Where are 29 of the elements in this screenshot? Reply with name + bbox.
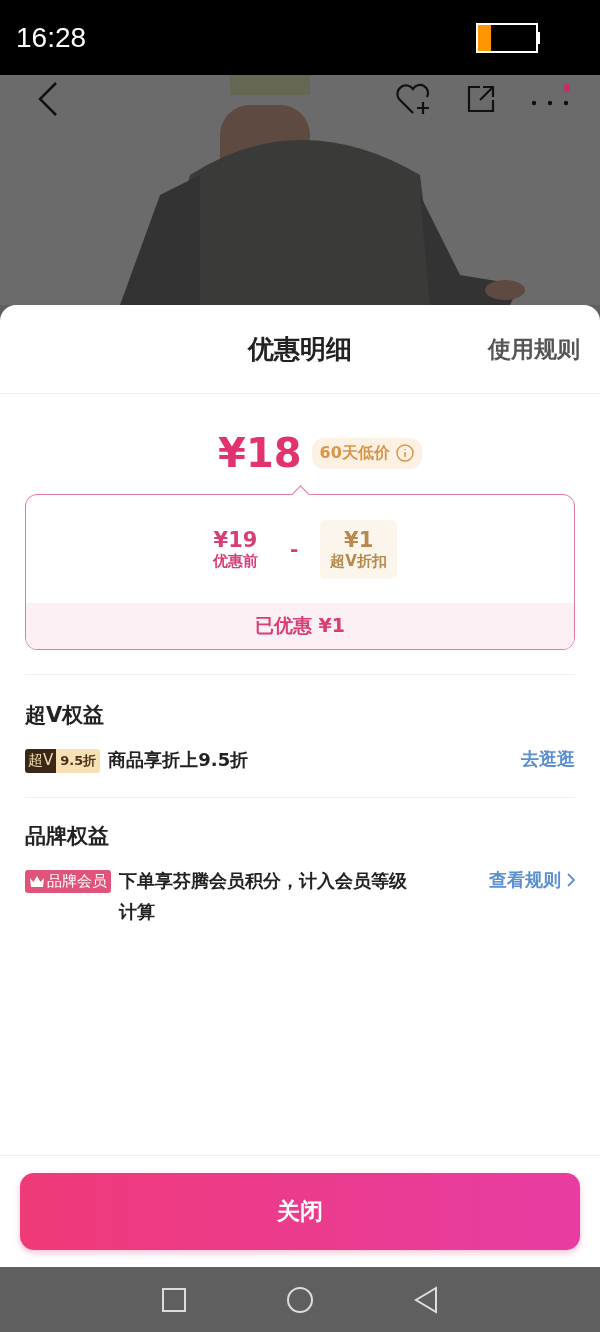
section-title: 品牌权益 [25,823,110,850]
battery-icon [476,22,540,53]
rules-link[interactable]: 使用规则 [488,333,580,365]
status-time: 16:28 [16,21,87,54]
close-button[interactable]: 关闭 [20,1173,580,1250]
benefit-text: 下单享芬腾会员积分，计入会员等级计算 [119,869,408,924]
amount: ¥19 [213,527,258,552]
square-nav-icon[interactable] [162,1287,186,1312]
low-price-badge: 60天低价 [311,437,422,469]
amount: ¥1 [344,527,374,552]
benefit-text: 商品享折上9.5折 [108,748,249,772]
final-price: ¥18 [218,430,302,476]
sheet-title: 优惠明细 [248,332,352,366]
section-title: 超V权益 [25,702,106,729]
amount-label: 优惠前 [213,551,259,571]
back-icon[interactable] [36,81,60,117]
saved-total: 已优惠 ¥1 [26,603,574,649]
amount-label: 超V折扣 [330,551,387,571]
info-icon [395,444,414,462]
home-nav-icon[interactable] [286,1285,314,1314]
share-icon[interactable] [466,84,496,114]
minus-sign: - [290,537,299,561]
heart-plus-icon[interactable] [394,82,432,116]
benefit-link[interactable]: 去逛逛 [521,747,575,771]
member-tag: 品牌会员 [25,870,111,893]
crown-icon [29,875,45,888]
benefit-link[interactable]: 查看规则 [489,868,575,892]
back-nav-icon[interactable] [414,1285,438,1314]
chevron-icon [567,873,575,887]
